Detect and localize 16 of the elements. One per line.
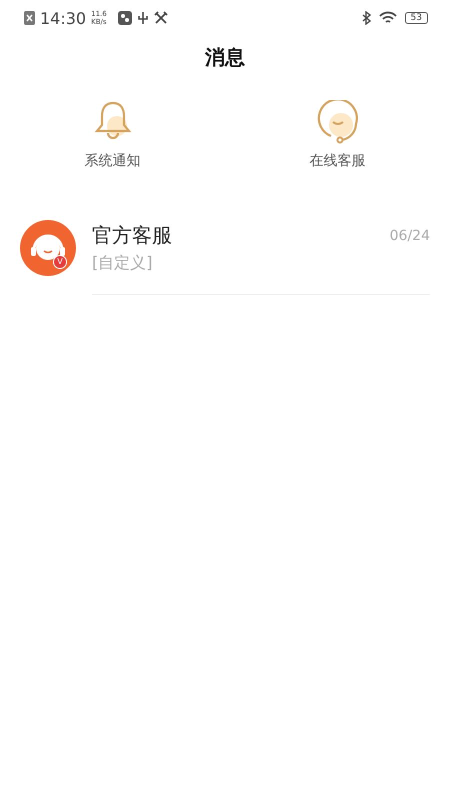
wifi-icon	[378, 11, 397, 25]
avatar-icon	[20, 220, 76, 276]
contact-name: 官方客服	[92, 222, 173, 249]
sim-icon	[24, 11, 35, 25]
battery-indicator: 53	[404, 12, 428, 24]
clock: 14:30	[40, 8, 86, 28]
bluetooth-icon	[362, 11, 371, 25]
tools-icon	[154, 11, 168, 25]
page-title: 消息	[204, 44, 246, 71]
message-date: 06/24	[390, 227, 430, 246]
app-icon	[118, 11, 132, 25]
shortcut-button[interactable]: 在线客服	[310, 100, 366, 200]
shortcut-button[interactable]: 系统通知	[84, 100, 140, 200]
usb-icon	[136, 11, 149, 25]
message-preview: [自定义]	[92, 253, 154, 274]
support-icon	[316, 100, 360, 144]
